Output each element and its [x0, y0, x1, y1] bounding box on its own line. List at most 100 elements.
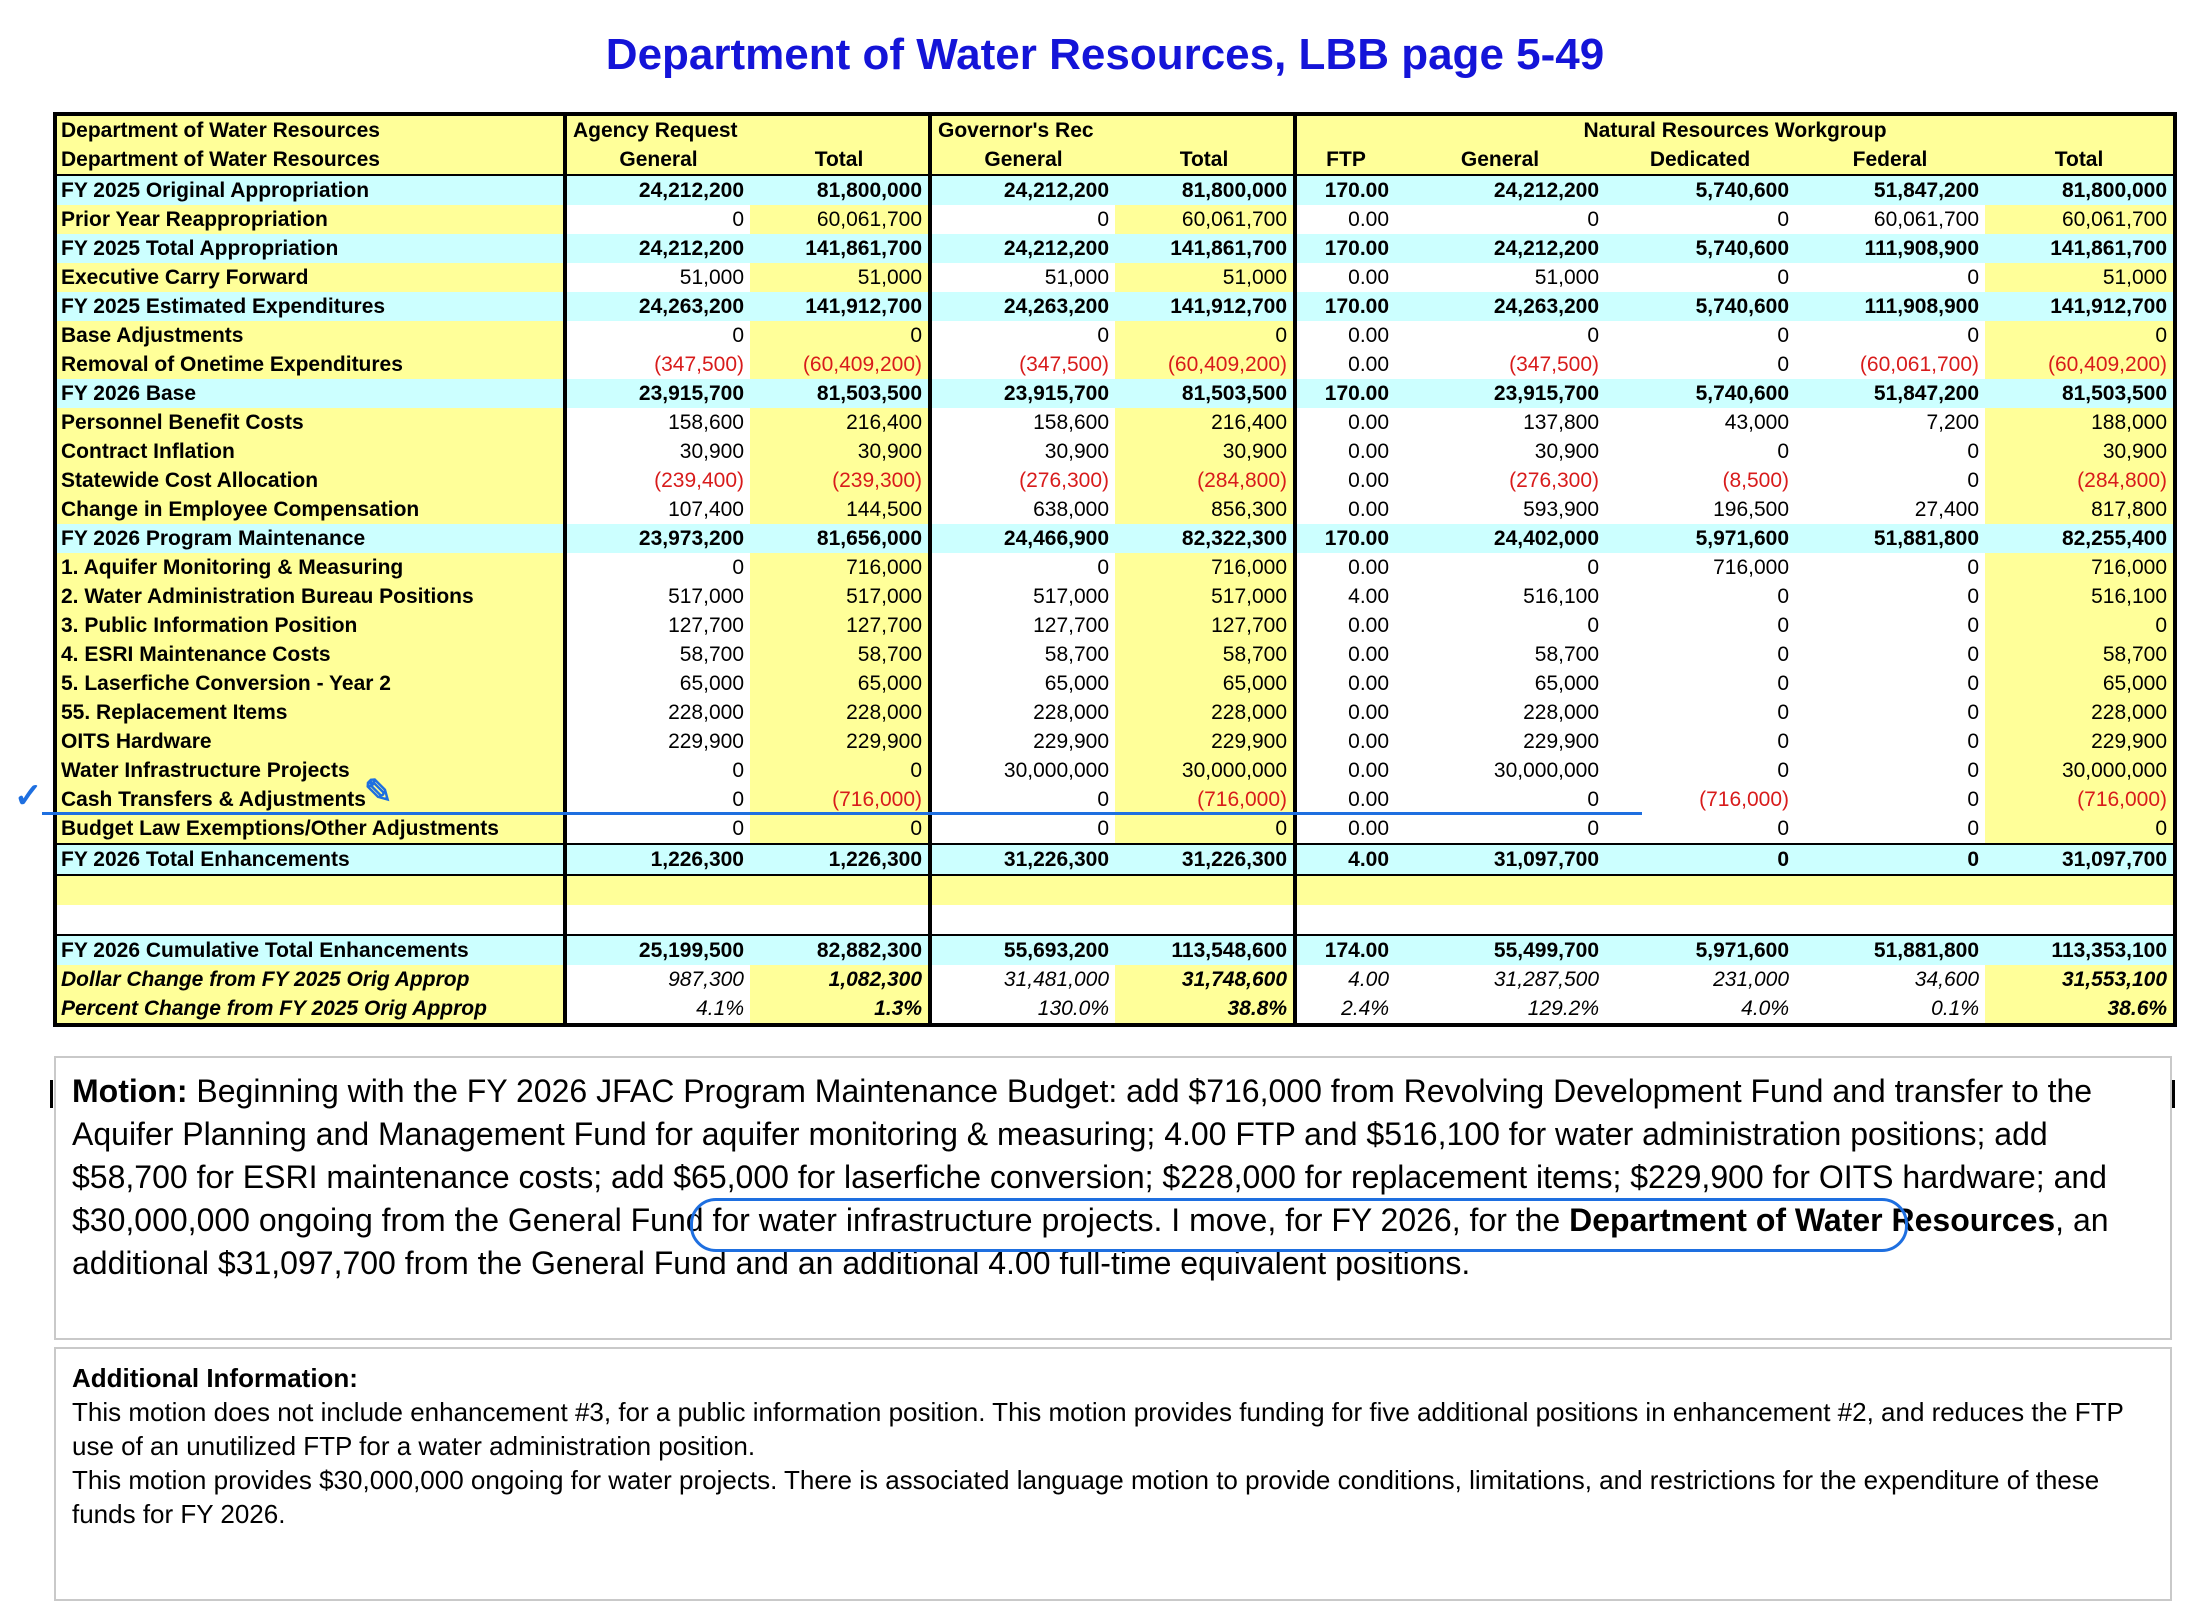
cell-wg-general: 24,402,000 — [1395, 524, 1606, 553]
cell-agency-total: 65,000 — [750, 669, 933, 698]
row-executive-carry-forward: Executive Carry Forward 51,000 51,000 51,00… — [55, 263, 2176, 292]
header-col-wg-federal: Federal — [1795, 145, 1986, 176]
cell-ftp: 0.00 — [1295, 640, 1396, 669]
row-label: Prior Year Reappropriation — [55, 205, 567, 234]
cell-gov-total: 141,861,700 — [1115, 234, 1298, 263]
row-label: FY 2025 Estimated Expenditures — [55, 292, 567, 321]
cell-gov-total: 127,700 — [1115, 611, 1298, 640]
cell-wg-general: 31,287,500 — [1395, 965, 1606, 994]
cell-gov-general: 24,263,200 — [930, 292, 1116, 321]
cell-wg-total: 65,000 — [1985, 669, 2176, 698]
cell-ftp: 0.00 — [1295, 437, 1396, 466]
cell-gov-total: 856,300 — [1115, 495, 1298, 524]
cell-wg-dedicated: 0 — [1605, 814, 1796, 844]
spacer-cell — [930, 905, 1116, 935]
cell-gov-total: (284,800) — [1115, 466, 1298, 495]
cell-agency-total: 517,000 — [750, 582, 933, 611]
cell-gov-general: 0 — [930, 785, 1116, 814]
cell-wg-general: 30,900 — [1395, 437, 1606, 466]
cell-wg-total: 716,000 — [1985, 553, 2176, 582]
row-change-in-employee-compensation: Change in Employee Compensation 107,400 14… — [55, 495, 2176, 524]
spacer-cell — [750, 874, 933, 905]
cell-wg-federal: 0 — [1795, 698, 1986, 727]
cell-wg-total: 58,700 — [1985, 640, 2176, 669]
cell-gov-general: 31,481,000 — [930, 965, 1116, 994]
cell-wg-general: 24,263,200 — [1395, 292, 1606, 321]
cell-wg-total: 0 — [1985, 611, 2176, 640]
budget-table: Department of Water Resources Agency Req… — [53, 112, 2178, 1027]
cell-agency-total: 81,503,500 — [750, 379, 933, 408]
row-label: FY 2026 Cumulative Total Enhancements — [55, 934, 567, 965]
cell-wg-dedicated: 0 — [1605, 582, 1796, 611]
cell-wg-federal: 0 — [1795, 553, 1986, 582]
cell-gov-total: 141,912,700 — [1115, 292, 1298, 321]
cell-gov-general: (276,300) — [930, 466, 1116, 495]
row-label: Percent Change from FY 2025 Orig Approp — [55, 994, 567, 1025]
cell-agency-general: (347,500) — [565, 350, 750, 379]
row-fy-2025-estimated-expenditures: FY 2025 Estimated Expenditures 24,263,200… — [55, 292, 2176, 321]
cell-ftp: 170.00 — [1295, 292, 1396, 321]
row-fy-2026-total-enhancements: FY 2026 Total Enhancements 1,226,300 1,226… — [55, 843, 2176, 875]
cell-wg-dedicated: (8,500) — [1605, 466, 1796, 495]
cell-ftp: 170.00 — [1295, 234, 1396, 263]
header-governors-rec: Governor's Rec — [930, 114, 1298, 145]
header-row-2: Department of Water Resources General To… — [55, 145, 2176, 176]
cell-agency-total: 229,900 — [750, 727, 933, 756]
cell-agency-general: 229,900 — [565, 727, 750, 756]
cell-gov-general: (347,500) — [930, 350, 1116, 379]
cell-agency-general: 24,212,200 — [565, 174, 750, 205]
cell-wg-total: 188,000 — [1985, 408, 2176, 437]
cell-agency-general: 517,000 — [565, 582, 750, 611]
spacer-cell — [930, 874, 1116, 905]
row-label: FY 2026 Base — [55, 379, 567, 408]
row-label: FY 2025 Total Appropriation — [55, 234, 567, 263]
cell-gov-total: 65,000 — [1115, 669, 1298, 698]
cell-wg-federal: 51,881,800 — [1795, 934, 1986, 965]
row-label: 2. Water Administration Bureau Positions — [55, 582, 567, 611]
cell-gov-total: 60,061,700 — [1115, 205, 1298, 234]
row-label: 55. Replacement Items — [55, 698, 567, 727]
cell-ftp: 0.00 — [1295, 611, 1396, 640]
cell-wg-total: 516,100 — [1985, 582, 2176, 611]
cell-agency-general: 24,212,200 — [565, 234, 750, 263]
cell-agency-total: (239,300) — [750, 466, 933, 495]
cell-agency-total: 228,000 — [750, 698, 933, 727]
row-label: FY 2025 Original Appropriation — [55, 174, 567, 205]
cell-wg-federal: 0 — [1795, 611, 1986, 640]
cell-ftp: 170.00 — [1295, 379, 1396, 408]
cell-wg-federal: 0 — [1795, 814, 1986, 844]
cell-wg-total: 0 — [1985, 814, 2176, 844]
header-col-wg-dedicated: Dedicated — [1605, 145, 1796, 176]
cell-agency-general: 0 — [565, 553, 750, 582]
cell-wg-dedicated: 0 — [1605, 263, 1796, 292]
cell-gov-total: 81,503,500 — [1115, 379, 1298, 408]
cell-wg-dedicated: (716,000) — [1605, 785, 1796, 814]
cell-agency-general: 25,199,500 — [565, 934, 750, 965]
cell-wg-federal: 0 — [1795, 582, 1986, 611]
row-personnel-benefit-costs: Personnel Benefit Costs 158,600 216,400 158… — [55, 408, 2176, 437]
cell-gov-total: 716,000 — [1115, 553, 1298, 582]
cell-gov-general: 229,900 — [930, 727, 1116, 756]
cell-wg-total: 141,861,700 — [1985, 234, 2176, 263]
cell-gov-total: 31,748,600 — [1115, 965, 1298, 994]
additional-info-heading: Additional Information: — [72, 1363, 358, 1393]
cell-gov-general: 31,226,300 — [930, 843, 1116, 875]
cell-wg-federal: 51,881,800 — [1795, 524, 1986, 553]
cell-agency-general: 0 — [565, 205, 750, 234]
cell-wg-dedicated: 5,740,600 — [1605, 234, 1796, 263]
row-3-public-information-position: 3. Public Information Position 127,700 127… — [55, 611, 2176, 640]
cell-gov-total: 216,400 — [1115, 408, 1298, 437]
cell-wg-general: 51,000 — [1395, 263, 1606, 292]
cell-gov-total: 0 — [1115, 814, 1298, 844]
cell-gov-general: 24,212,200 — [930, 174, 1116, 205]
cell-wg-general: 593,900 — [1395, 495, 1606, 524]
cell-ftp: 0.00 — [1295, 350, 1396, 379]
cell-agency-total: 81,656,000 — [750, 524, 933, 553]
cell-wg-total: 229,900 — [1985, 727, 2176, 756]
cell-gov-total: 30,900 — [1115, 437, 1298, 466]
cell-ftp: 0.00 — [1295, 205, 1396, 234]
spacer-cell — [750, 905, 933, 935]
cell-gov-total: 30,000,000 — [1115, 756, 1298, 785]
row-label: Change in Employee Compensation — [55, 495, 567, 524]
cell-ftp: 4.00 — [1295, 582, 1396, 611]
